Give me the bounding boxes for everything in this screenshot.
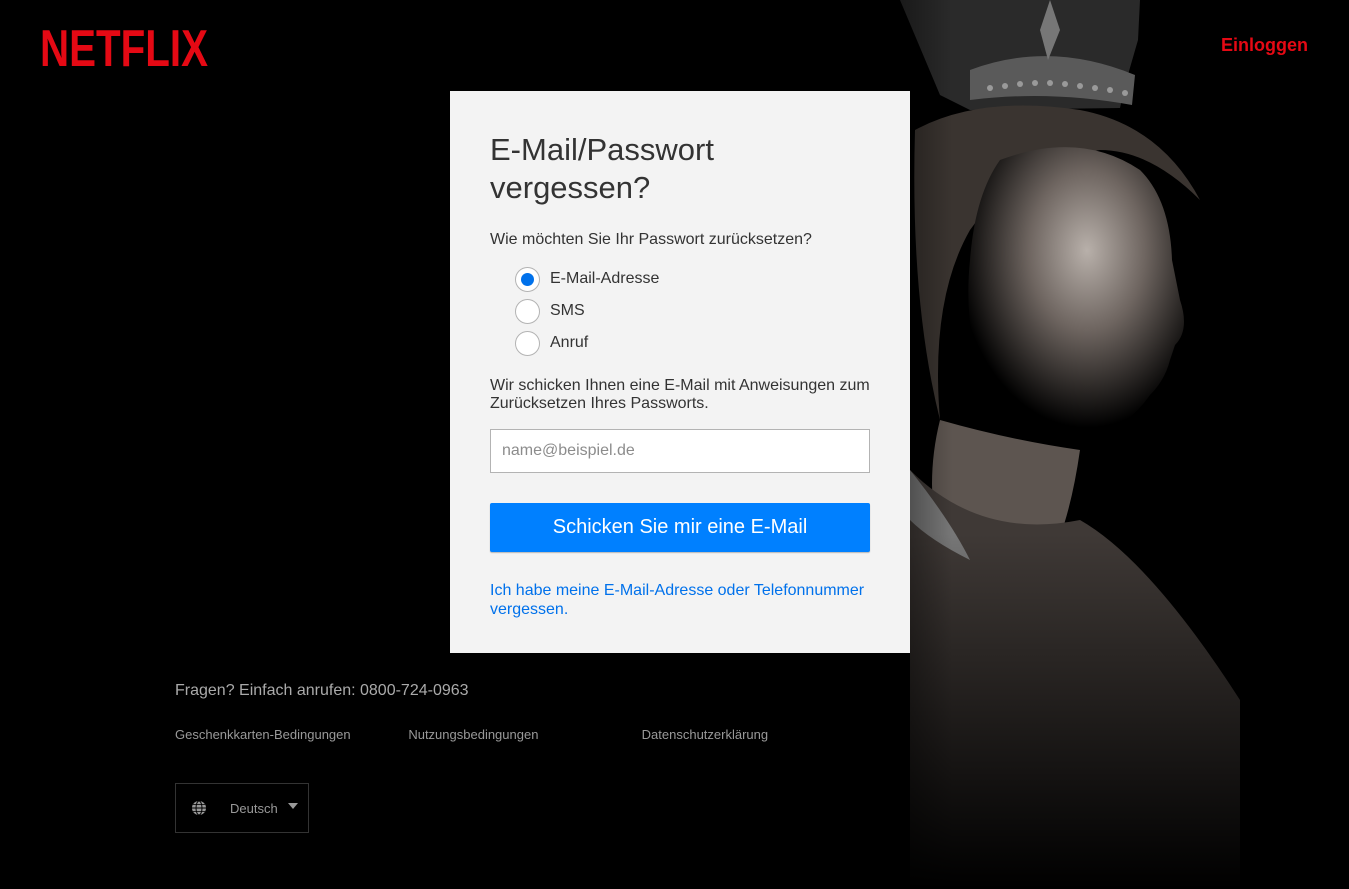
sms-radio[interactable] [515,298,540,324]
call-radio[interactable] [515,330,540,356]
reset-method-question: Wie möchten Sie Ihr Passwort zurücksetze… [490,231,812,248]
footer-links: Geschenkkarten-Bedingungen Nutzungsbedin… [175,727,875,742]
card-title: E-Mail/Passwort vergessen? [490,132,714,205]
reset-method-options: E-Mail-Adresse SMS Anruf [515,263,870,359]
page: NETFLIX Einloggen E-Mail/Passwort verges… [0,0,1349,889]
send-email-button[interactable]: Schicken Sie mir eine E-Mail [490,503,870,552]
signin-link[interactable]: Einloggen [1221,35,1308,56]
netflix-logo[interactable]: NETFLIX [40,22,208,70]
footer-link-gift-card-terms[interactable]: Geschenkkarten-Bedingungen [175,727,408,742]
option-call[interactable]: Anruf [515,327,870,359]
option-email-label: E-Mail-Adresse [550,270,660,287]
forgot-email-or-phone-link[interactable]: Ich habe meine E-Mail-Adresse oder Telef… [490,581,870,619]
option-sms[interactable]: SMS [515,295,870,327]
option-call-label: Anruf [550,334,589,351]
password-reset-card: E-Mail/Passwort vergessen? Wie möchten S… [450,91,910,653]
email-instructions-text: Wir schicken Ihnen eine E-Mail mit Anwei… [490,377,870,412]
language-label: Deutsch [230,800,278,816]
email-input[interactable] [490,429,870,473]
chevron-down-icon [288,803,298,809]
option-sms-label: SMS [550,302,585,319]
language-select[interactable]: Deutsch [175,783,309,833]
footer-link-terms-of-use[interactable]: Nutzungsbedingungen [408,727,641,742]
footer-phone-text: Fragen? Einfach anrufen: 0800-724-0963 [175,682,469,699]
email-radio[interactable] [515,266,540,292]
footer-link-privacy[interactable]: Datenschutzerklärung [642,727,875,742]
globe-icon [192,800,206,816]
option-email[interactable]: E-Mail-Adresse [515,263,870,295]
logo-text: NETFLIX [40,22,208,70]
footer: Fragen? Einfach anrufen: 0800-724-0963 G… [175,682,875,833]
